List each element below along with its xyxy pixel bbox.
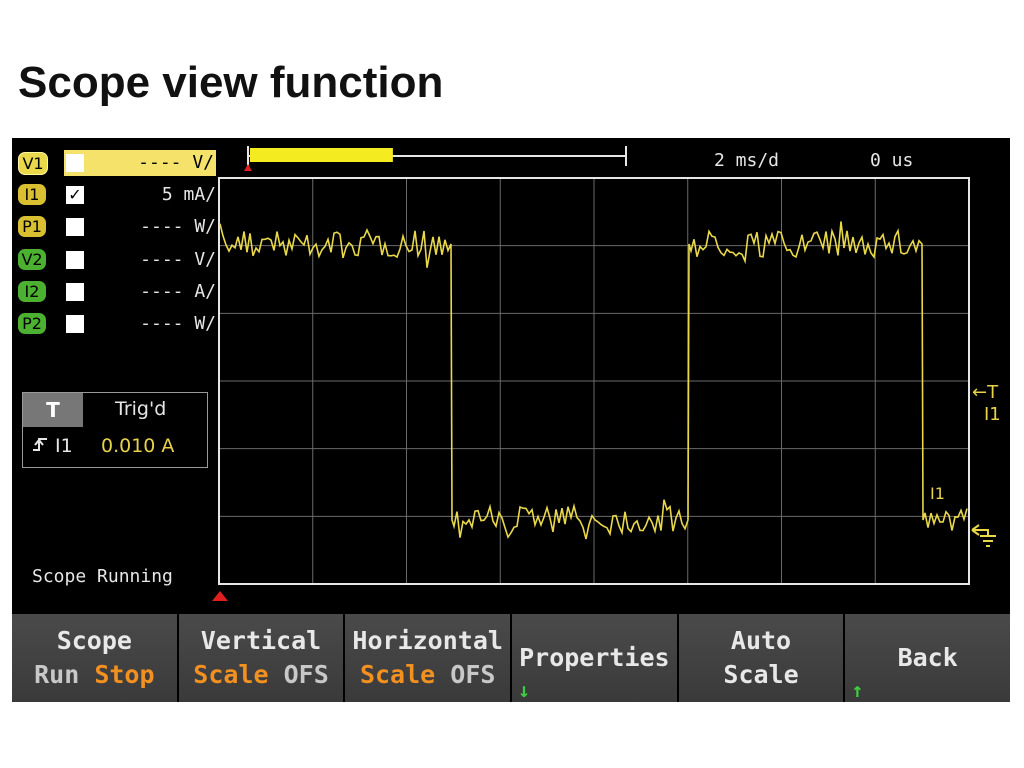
- trigger-panel[interactable]: T Trig'd I1 0.010 A: [22, 392, 208, 468]
- trace-label: I1: [930, 484, 945, 503]
- trigger-level: 0.010 A: [101, 435, 175, 457]
- auto-scale-button[interactable]: Auto Scale: [678, 614, 844, 702]
- horizontal-ofs-option: OFS: [450, 660, 496, 689]
- run-option: Run: [34, 660, 80, 689]
- scope-run-stop-button[interactable]: Scope Run Stop: [12, 614, 177, 702]
- channel-p2-scale: ---- W/: [140, 313, 216, 334]
- channel-row-v1[interactable]: V1 ---- V/: [16, 150, 216, 176]
- record-bar-fill: [250, 148, 393, 162]
- time-origin-marker: [212, 591, 228, 601]
- channel-tag-v2: V2: [18, 249, 46, 270]
- channel-tag-v1: V1: [18, 152, 48, 175]
- channel-v1-checkbox[interactable]: [66, 154, 84, 172]
- softkey-bar: Scope Run Stop Vertical Scale OFS Horizo…: [12, 614, 1011, 702]
- channel-v1-highlight: ---- V/: [64, 150, 216, 176]
- trigger-level-arrow: ←T: [972, 382, 999, 403]
- channel-tag-p1: P1: [18, 216, 46, 237]
- channel-p2-checkbox[interactable]: [66, 315, 84, 333]
- channel-row-v2[interactable]: V2 ---- V/: [16, 247, 216, 273]
- channel-tag-p2: P2: [18, 313, 46, 334]
- softkey-label: Properties: [519, 643, 670, 672]
- rising-edge-icon: [33, 438, 47, 451]
- scope-status: Scope Running: [32, 566, 173, 587]
- trigger-tab: T: [23, 393, 83, 427]
- softkey-label: Auto: [730, 626, 792, 655]
- channel-i1-checkbox[interactable]: ✓: [66, 186, 84, 204]
- record-position-marker: [244, 164, 252, 171]
- trigger-state: Trig'd: [115, 398, 167, 420]
- channel-row-i1[interactable]: I1 ✓ 5 mA/: [16, 182, 216, 208]
- timebase-readout: 2 ms/d: [714, 150, 780, 171]
- channel-p1-checkbox[interactable]: [66, 218, 84, 236]
- slide-title: Scope view function: [18, 58, 444, 107]
- down-arrow-icon: ↓: [518, 678, 531, 702]
- horizontal-offset-readout: 0 us: [870, 150, 914, 171]
- channel-tag-i1: I1: [18, 184, 46, 205]
- softkey-label: Horizontal: [352, 626, 503, 655]
- back-button[interactable]: Back ↑: [845, 614, 1011, 702]
- channel-i2-checkbox[interactable]: [66, 283, 84, 301]
- vertical-button[interactable]: Vertical Scale OFS: [178, 614, 344, 702]
- channel-tag-i2: I2: [18, 281, 46, 302]
- channel-row-p1[interactable]: P1 ---- W/: [16, 214, 216, 240]
- up-arrow-icon: ↑: [851, 678, 864, 702]
- channel-p1-scale: ---- W/: [140, 216, 216, 237]
- vertical-scale-option: Scale: [193, 660, 269, 689]
- channel-i1-scale: 5 mA/: [161, 184, 216, 205]
- channel-row-i2[interactable]: I2 ---- A/: [16, 279, 216, 305]
- stop-option: Stop: [94, 660, 155, 689]
- trigger-level-marker: ←T I1: [972, 382, 1001, 426]
- ground-reference-icon: [971, 524, 996, 547]
- channel-i2-scale: ---- A/: [140, 281, 216, 302]
- grid-lines: [219, 178, 969, 584]
- channel-v1-scale: ---- V/: [138, 152, 214, 173]
- channel-v2-checkbox[interactable]: [66, 251, 84, 269]
- softkey-label: Scope: [56, 626, 132, 655]
- softkey-label: Back: [897, 643, 958, 672]
- channel-row-p2[interactable]: P2 ---- W/: [16, 311, 216, 337]
- trigger-source-label: I1: [55, 435, 73, 457]
- instrument-screen: V1 ---- V/ I1 ✓ 5 mA/ P1 ---- W/ V2 ----…: [12, 138, 1011, 702]
- vertical-ofs-option: OFS: [283, 660, 329, 689]
- scope-graticule: [218, 177, 970, 585]
- trigger-source: I1: [31, 435, 73, 457]
- horizontal-scale-option: Scale: [359, 660, 436, 689]
- softkey-label: Vertical: [200, 626, 322, 655]
- softkey-label-2: Scale: [723, 660, 799, 689]
- properties-button[interactable]: Properties ↓: [512, 614, 677, 702]
- trigger-level-source: I1: [984, 404, 1001, 425]
- channel-v2-scale: ---- V/: [140, 249, 216, 270]
- horizontal-button[interactable]: Horizontal Scale OFS: [345, 614, 511, 702]
